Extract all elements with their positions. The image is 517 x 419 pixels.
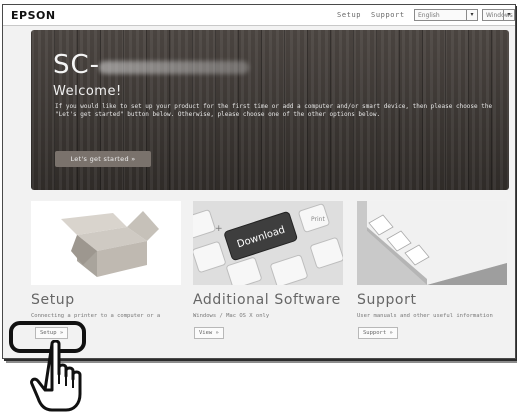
epson-logo: EPSON: [11, 9, 56, 22]
setup-title: Setup: [31, 292, 75, 308]
keyboard-download-image: Download + Print: [193, 201, 343, 285]
additional-software-title: Additional Software: [193, 292, 341, 308]
language-select-value: English: [418, 12, 440, 19]
svg-text:+: +: [215, 224, 223, 234]
svg-text:Print: Print: [311, 216, 325, 223]
chevron-down-icon: ▾: [503, 10, 514, 20]
redacted-model-name: [99, 61, 249, 74]
support-title: Support: [357, 292, 417, 308]
nav-setup-link[interactable]: Setup: [337, 11, 361, 19]
nav-support-link[interactable]: Support: [371, 11, 405, 19]
browser-window: EPSON Setup Support English ▾ Windows ▾ …: [2, 4, 516, 359]
lets-get-started-button[interactable]: Let's get started »: [55, 151, 151, 167]
welcome-text: If you would like to set up your product…: [55, 103, 493, 118]
pointing-hand-icon: [28, 339, 88, 419]
manual-book-image: [357, 201, 507, 285]
language-select[interactable]: English ▾: [414, 9, 478, 21]
setup-description: Connecting a printer to a computer or a: [31, 313, 161, 319]
top-navigation-bar: EPSON Setup Support English ▾ Windows ▾: [3, 5, 515, 26]
product-model-title: SC-: [53, 50, 101, 80]
welcome-heading: Welcome!: [53, 84, 122, 99]
chevron-down-icon: ▾: [466, 10, 477, 20]
welcome-banner: SC- Welcome! If you would like to set up…: [31, 30, 509, 190]
additional-software-description: Windows / Mac OS X only: [193, 313, 270, 319]
support-description: User manuals and other useful informatio…: [357, 313, 493, 319]
view-button[interactable]: View »: [194, 327, 224, 339]
cardboard-box-image: [31, 201, 181, 285]
support-button[interactable]: Support »: [358, 327, 398, 339]
os-select[interactable]: Windows ▾: [482, 9, 515, 21]
